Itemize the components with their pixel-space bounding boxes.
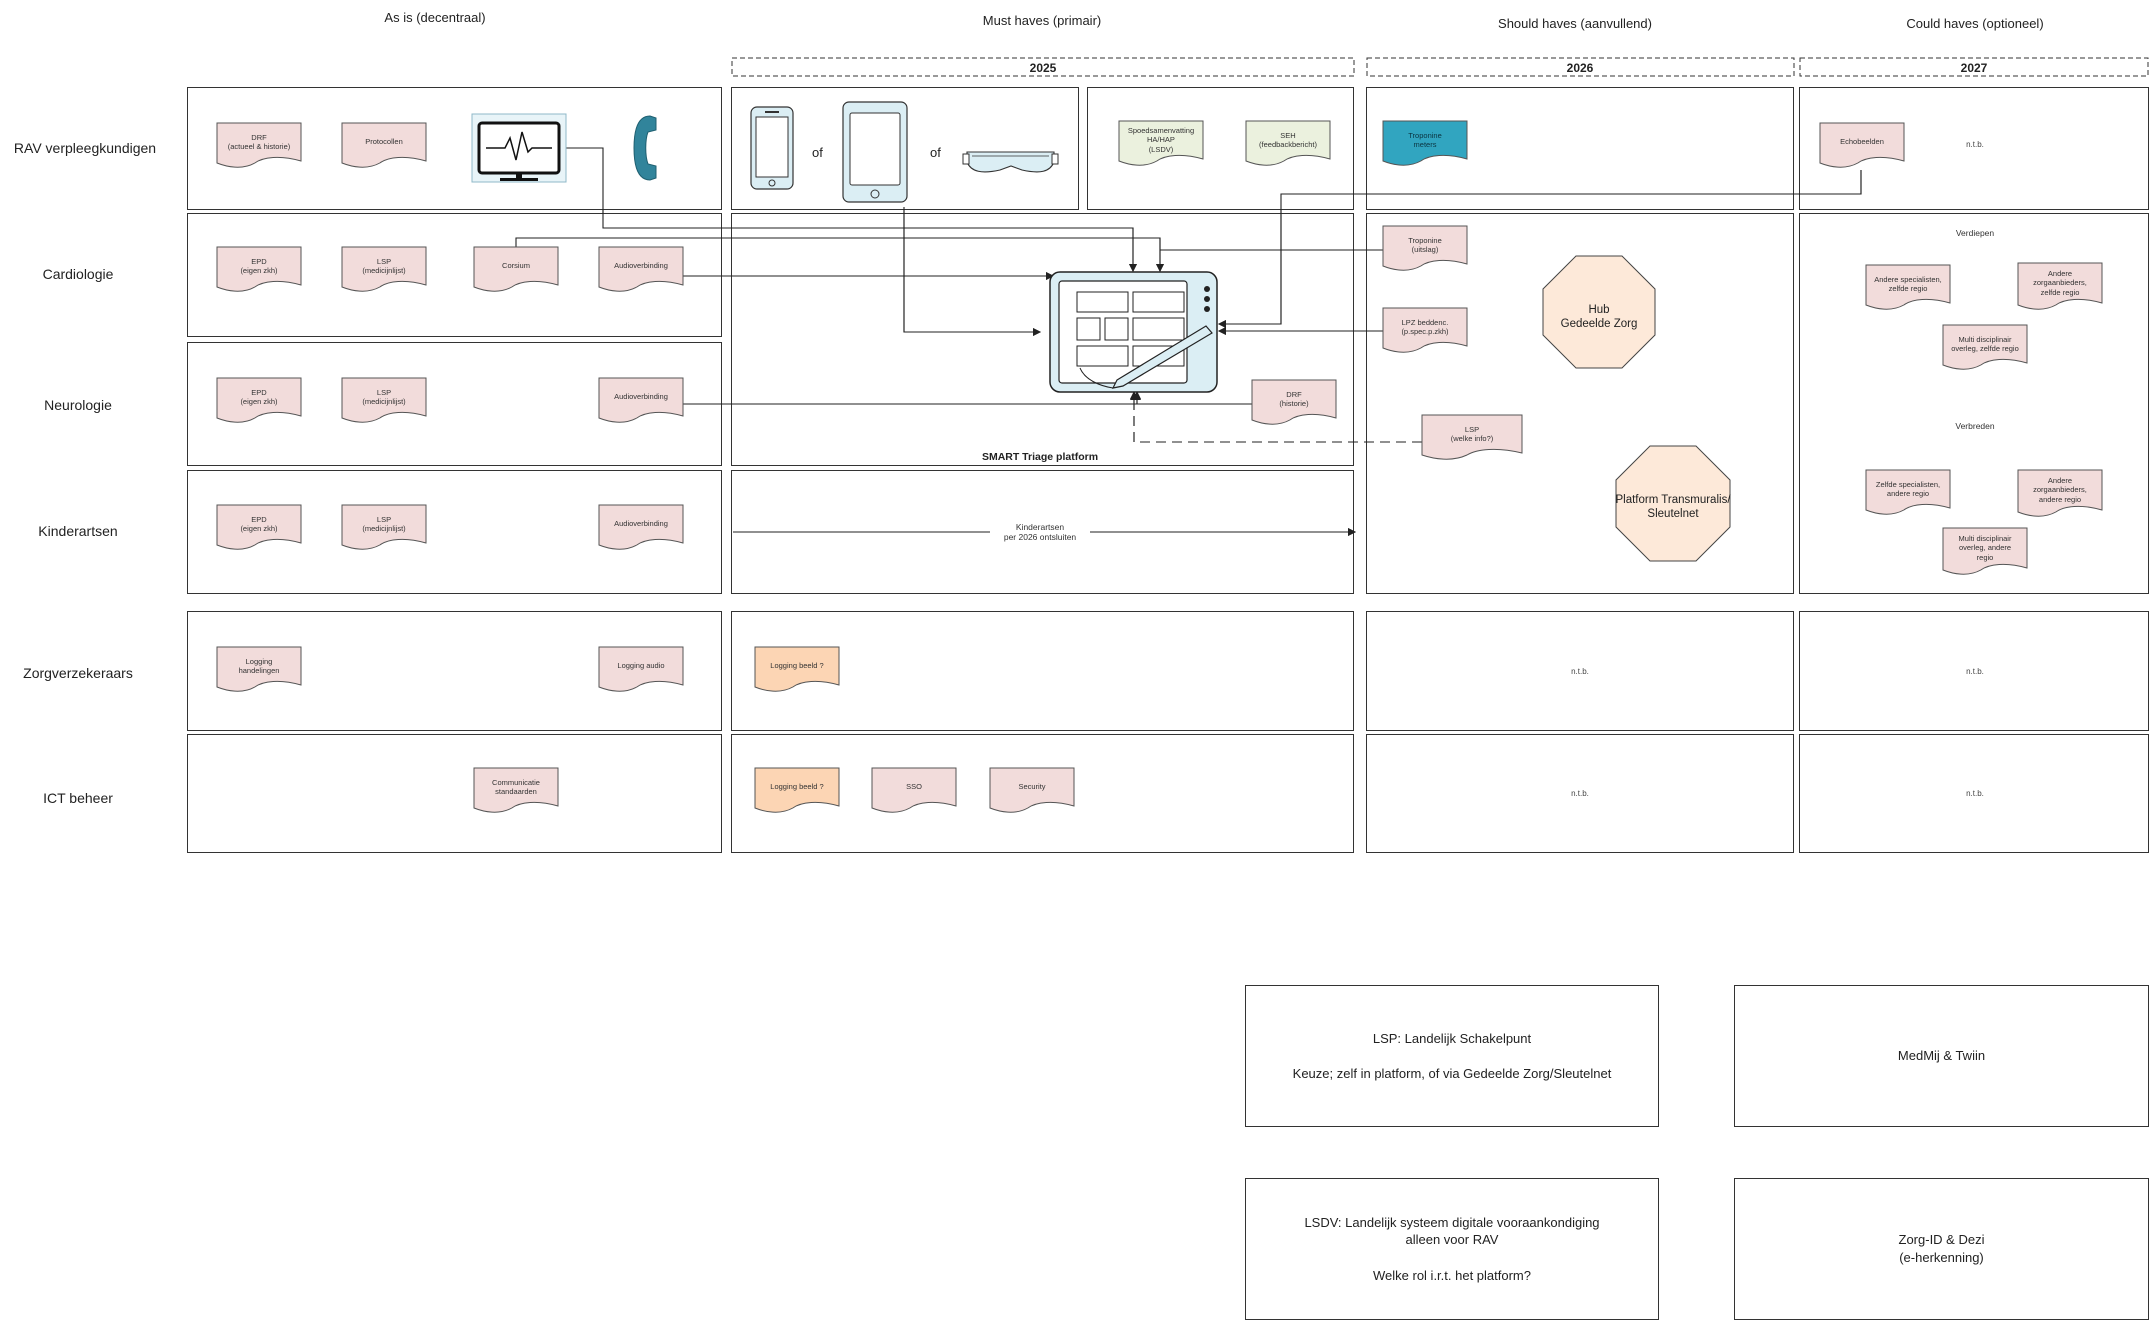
legend-medmij: MedMij & Twiin: [1734, 985, 2149, 1127]
doc-label-multi-andere: Multi disciplinair overleg, andere regio: [1958, 533, 2012, 562]
doc-label-drf-rav: DRF (actueel & historie): [227, 132, 291, 151]
doc-label-logging-hand: Logging handelingen: [238, 656, 280, 675]
doc-label-zelfde-spec: Zelfde specialisten, andere regio: [1875, 479, 1941, 498]
legend-lsp: LSP: Landelijk Schakelpunt Keuze; zelf i…: [1245, 985, 1659, 1127]
legend-zorgid: Zorg-ID & Dezi (e-herkenning): [1734, 1178, 2149, 1320]
legend-lsdv: LSDV: Landelijk systeem digitale vooraan…: [1245, 1178, 1659, 1320]
smartphone-icon: [750, 106, 794, 190]
doc-label-logging-beeld-ict: Logging beeld ?: [770, 782, 824, 792]
ntb-rav-could: n.t.b.: [1966, 140, 1984, 149]
phone-icon: [633, 115, 657, 181]
doc-label-multi-zelfde: Multi disciplinair overleg, zelfde regio: [1951, 334, 2019, 353]
doc-label-andere-zorg2: Andere zorgaanbieders, andere regio: [2033, 475, 2087, 504]
doc-label-lpz: LPZ beddenc. (p.spec.p.zkh): [1401, 317, 1449, 336]
doc-label-sso: SSO: [906, 782, 922, 792]
of-label-2: of: [930, 145, 941, 160]
doc-label-audio-kinder: Audioverbinding: [614, 519, 668, 529]
doc-label-lsp-welke: LSP (welke info?): [1450, 424, 1494, 443]
transmuraal-label: Platform Transmuralis/ Sleutelnet: [1615, 494, 1731, 521]
platform-label: SMART Triage platform: [981, 451, 1099, 463]
verdiepen-label: Verdiepen: [1955, 228, 1995, 238]
ntb-zorgverz-could: n.t.b.: [1966, 667, 1984, 676]
doc-label-drf-hist: DRF (historie): [1279, 389, 1309, 408]
doc-label-audio-cardio: Audioverbinding: [614, 261, 668, 271]
ntb-zorgverz-should: n.t.b.: [1571, 667, 1589, 676]
doc-label-spoed: Spoedsamenvatting HA/HAP (LSDV): [1127, 125, 1195, 154]
doc-label-seh: SEH (feedbackbericht): [1259, 130, 1317, 149]
doc-label-security: Security: [1018, 782, 1046, 792]
doc-label-lsp-neuro: LSP (medicijnlijst): [362, 387, 406, 406]
kinder-note: Kinderartsen per 2026 ontsluiten: [990, 522, 1090, 542]
ntb-ict-could: n.t.b.: [1966, 789, 1984, 798]
vr-glasses-icon: [962, 151, 1059, 173]
doc-label-andere-zorg: Andere zorgaanbieders, zelfde regio: [2033, 268, 2087, 297]
triage-tablet-icon: [1049, 271, 1218, 393]
ntb-ict-should: n.t.b.: [1571, 789, 1589, 798]
monitor-icon: [471, 113, 567, 183]
doc-label-troponine-meters: Troponine meters: [1408, 130, 1442, 149]
tablet-icon: [842, 101, 908, 203]
shapes-layer: [216, 101, 2103, 813]
doc-label-logging-beeld-zv: Logging beeld ?: [770, 661, 824, 671]
doc-label-corsium: Corsium: [502, 261, 530, 271]
doc-label-echobeelden: Echobeelden: [1840, 137, 1884, 147]
doc-label-logging-audio: Logging audio: [617, 661, 665, 671]
doc-label-andere-spec: Andere specialisten, zelfde regio: [1874, 274, 1942, 293]
doc-label-lsp-kinder: LSP (medicijnlijst): [362, 514, 406, 533]
doc-label-epd-cardio: EPD (eigen zkh): [240, 256, 278, 275]
doc-label-epd-kinder: EPD (eigen zkh): [240, 514, 278, 533]
doc-label-protocollen: Protocollen: [365, 137, 403, 147]
of-label-1: of: [812, 145, 823, 160]
doc-label-audio-neuro: Audioverbinding: [614, 392, 668, 402]
doc-label-troponine-uitslag: Troponine (uitslag): [1408, 235, 1442, 254]
verbreden-label: Verbreden: [1955, 421, 1995, 431]
doc-label-epd-neuro: EPD (eigen zkh): [240, 387, 278, 406]
hub-label: Hub Gedeelde Zorg: [1560, 304, 1638, 331]
doc-label-lsp-cardio: LSP (medicijnlijst): [362, 256, 406, 275]
doc-label-comm-std: Communicatie standaarden: [492, 777, 540, 796]
